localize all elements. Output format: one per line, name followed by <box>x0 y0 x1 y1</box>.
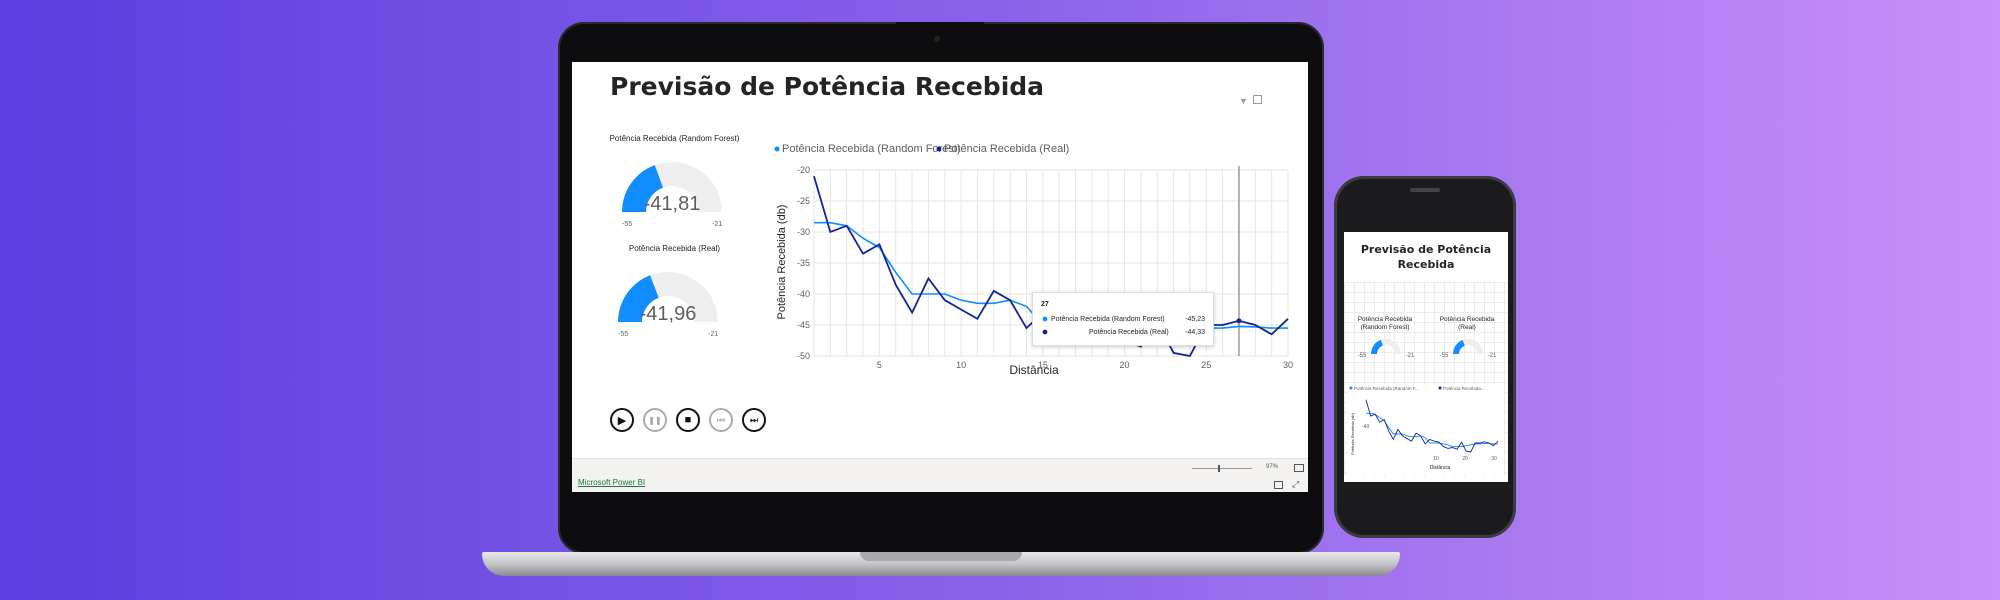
mobile-gauge-fill <box>1453 339 1465 354</box>
mobile-x-tick-20: 20 <box>1462 456 1468 462</box>
filter-icon[interactable]: ▼ <box>1239 96 1248 106</box>
tooltip-label-random-forest: Potência Recebida (Random Forest) <box>1051 316 1165 323</box>
chart-tooltip: 27 Potência Recebida (Random Forest) -45… <box>1032 292 1214 346</box>
tooltip-x-value: 27 <box>1041 301 1049 308</box>
mobile-legend-marker-real <box>1438 386 1442 390</box>
page-title: Previsão de Potência Recebida <box>610 72 1045 101</box>
zoom-slider-handle[interactable] <box>1218 465 1220 472</box>
laptop-notch <box>896 22 984 48</box>
mobile-gauge2-label-line-2: (Real) <box>1458 324 1476 331</box>
status-bar: Microsoft Power BI 97% ⤢ <box>572 458 1308 492</box>
y-tick-label: -20 <box>797 165 810 175</box>
mobile-series-line-random-forest <box>1366 412 1498 448</box>
fullscreen-icon[interactable]: ⤢ <box>1292 479 1299 490</box>
stop-icon: ■ <box>684 414 692 426</box>
y-tick-label: -35 <box>797 258 810 268</box>
share-icon[interactable] <box>1274 481 1283 489</box>
legend-label-real: Potência Recebida (Real) <box>944 143 1069 155</box>
mobile-y-axis-title: Potência Recebida (db) <box>1350 412 1355 454</box>
laptop-screen: Previsão de Potência Recebida ▼ Potência… <box>572 62 1308 492</box>
mobile-gauge-min: -55 <box>1440 353 1449 359</box>
mobile-gauge1-label-line-2: (Random Forest) <box>1360 324 1410 331</box>
tooltip-value-random-forest: -45,23 <box>1185 316 1205 323</box>
zoom-level: 97% <box>1266 464 1279 470</box>
gauge-max: -21 <box>712 221 722 228</box>
gauge-random-forest-label: Potência Recebida (Random Forest) <box>609 134 740 143</box>
mobile-legend-label-real: Potência Recebida... <box>1443 386 1485 391</box>
x-tick-label: 10 <box>956 360 966 370</box>
x-tick-label: 5 <box>877 360 882 370</box>
stop-button[interactable]: ■ <box>676 408 700 432</box>
mobile-gauge-random-forest-label: Potência Recebida (Random Forest) <box>1344 316 1426 332</box>
gauge-max: -21 <box>708 331 718 338</box>
y-tick-label: -40 <box>797 289 810 299</box>
mobile-legend-marker-random-forest <box>1349 386 1353 390</box>
gauge-min: -55 <box>618 331 628 338</box>
y-tick-label: -50 <box>797 351 810 361</box>
mobile-gauge-random-forest[interactable]: -55 -21 <box>1350 332 1420 364</box>
fit-page-icon[interactable] <box>1294 464 1304 472</box>
mobile-gauge-fill <box>1371 339 1383 354</box>
previous-button[interactable]: ⏮ <box>709 408 733 432</box>
tooltip-marker-real <box>1042 329 1048 335</box>
legend-marker-random-forest <box>774 146 780 152</box>
pause-icon: ❚❚ <box>648 415 662 425</box>
mobile-title-line-2: Recebida <box>1397 258 1455 271</box>
tooltip-value-real: -44,33 <box>1185 329 1205 336</box>
x-tick-label: 30 <box>1283 360 1293 370</box>
x-tick-label: 15 <box>1038 360 1048 370</box>
phone-screen: Previsão de Potência Recebida Potência R… <box>1344 232 1508 482</box>
mobile-x-tick-30: 30 <box>1491 456 1497 462</box>
mobile-legend-label-random-forest: Potência Recebida (Random F... <box>1354 386 1419 391</box>
laptop-camera <box>934 36 940 42</box>
mobile-gauge-min: -55 <box>1358 353 1367 359</box>
gauge-random-forest[interactable]: -41,81 -55 -21 <box>614 146 730 236</box>
mobile-line-chart[interactable]: Potência Recebida (Random F... Potência … <box>1348 384 1504 474</box>
mobile-title-line-1: Previsão de Potência <box>1360 243 1492 256</box>
mobile-gauge2-label-line-1: Potência Recebida <box>1439 316 1495 323</box>
tooltip-marker-random-forest <box>1042 316 1048 322</box>
zoom-slider[interactable] <box>1192 468 1252 469</box>
power-bi-link[interactable]: Microsoft Power BI <box>578 478 645 487</box>
x-tick-label: 25 <box>1201 360 1211 370</box>
mobile-gauge-max: -21 <box>1488 353 1497 359</box>
gauge-value: -41,81 <box>644 193 701 215</box>
legend-label-random-forest: Potência Recebida (Random Forest) <box>782 143 961 155</box>
y-tick-label: -45 <box>797 320 810 330</box>
laptop-trackpad-groove <box>860 552 1022 561</box>
gauge-min: -55 <box>622 221 632 228</box>
tooltip-label-real: Potência Recebida (Real) <box>1089 329 1169 336</box>
next-button[interactable]: ⏭ <box>742 408 766 432</box>
mobile-gauge-real-label: Potência Recebida (Real) <box>1426 316 1508 332</box>
y-tick-label: -30 <box>797 227 810 237</box>
play-button[interactable]: ▶ <box>610 408 634 432</box>
gauge-value: -41,96 <box>640 303 697 325</box>
mobile-gauge1-label-line-1: Potência Recebida <box>1357 316 1413 323</box>
skip-forward-icon: ⏭ <box>749 414 759 425</box>
mobile-y-tick: -40 <box>1362 424 1369 430</box>
pause-button[interactable]: ❚❚ <box>643 408 667 432</box>
phone-speaker <box>1410 188 1440 192</box>
skip-back-icon: ⏮ <box>716 414 726 425</box>
mobile-x-tick-10: 10 <box>1433 456 1439 462</box>
mobile-page-title: Previsão de Potência Recebida <box>1344 242 1508 272</box>
mobile-gauge-real[interactable]: -55 -21 <box>1432 332 1502 364</box>
focus-mode-icon[interactable] <box>1253 95 1262 104</box>
highlight-point-real <box>1236 318 1242 324</box>
x-axis-title: Distância <box>1009 363 1059 374</box>
x-tick-label: 20 <box>1120 360 1130 370</box>
gauge-real[interactable]: -41,96 -55 -21 <box>610 256 726 346</box>
legend-marker-real <box>936 146 942 152</box>
gauge-real-label: Potência Recebida (Real) <box>628 244 721 253</box>
play-icon: ▶ <box>617 414 627 427</box>
y-tick-label: -25 <box>797 196 810 206</box>
y-axis-title: Potência Recebida (db) <box>776 205 788 320</box>
mobile-x-axis-title: Distância <box>1430 465 1451 471</box>
mobile-gauge-max: -21 <box>1406 353 1415 359</box>
